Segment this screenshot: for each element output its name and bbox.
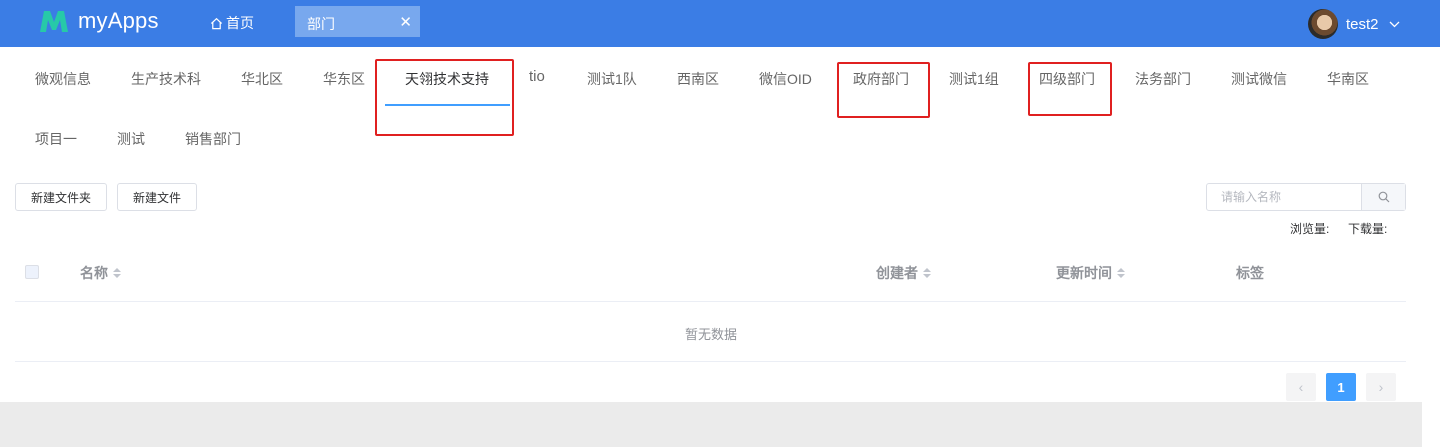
dept-tab[interactable]: 华南区 bbox=[1327, 69, 1369, 89]
home-label: 首页 bbox=[226, 15, 254, 31]
views-count-label: 浏览量: bbox=[1290, 222, 1330, 236]
app-name: myApps bbox=[78, 8, 159, 33]
sort-icon[interactable] bbox=[1117, 268, 1125, 278]
highlight-box bbox=[837, 62, 930, 118]
user-name: test2 bbox=[1346, 15, 1379, 33]
highlight-box bbox=[375, 59, 514, 136]
main-panel bbox=[0, 47, 1422, 402]
column-label: 更新时间 bbox=[1056, 265, 1112, 281]
dept-tab[interactable]: 测试 bbox=[117, 129, 145, 149]
new-folder-button[interactable]: 新建文件夹 bbox=[15, 183, 107, 211]
dept-tab[interactable]: 华北区 bbox=[241, 69, 283, 89]
dept-tab[interactable]: 销售部门 bbox=[185, 129, 241, 149]
app-logo[interactable]: myApps bbox=[38, 8, 159, 34]
page-number-current[interactable]: 1 bbox=[1326, 373, 1356, 401]
column-label: 标签 bbox=[1236, 265, 1264, 281]
dept-tab[interactable]: tio bbox=[529, 68, 545, 85]
search-icon bbox=[1378, 191, 1389, 203]
search-button[interactable] bbox=[1361, 184, 1405, 210]
table-divider bbox=[15, 361, 1406, 362]
dept-tab[interactable]: 生产技术科 bbox=[131, 69, 201, 89]
search-box bbox=[1206, 183, 1406, 211]
sort-icon[interactable] bbox=[923, 268, 931, 278]
column-label: 名称 bbox=[80, 265, 108, 281]
dept-tab[interactable]: 法务部门 bbox=[1135, 69, 1191, 89]
dept-tab[interactable]: 测试1组 bbox=[949, 69, 999, 89]
close-icon[interactable]: ✕ bbox=[399, 13, 412, 31]
dept-tab[interactable]: 测试微信 bbox=[1231, 69, 1287, 89]
dept-tab[interactable]: 微观信息 bbox=[35, 69, 91, 89]
downloads-count-label: 下载量: bbox=[1348, 222, 1388, 236]
new-file-button[interactable]: 新建文件 bbox=[117, 183, 197, 211]
open-tab-label: 部门 bbox=[307, 16, 335, 32]
empty-state-text: 暂无数据 bbox=[684, 327, 737, 342]
column-header-creator[interactable]: 创建者 bbox=[876, 263, 931, 283]
select-all-checkbox[interactable] bbox=[25, 265, 39, 279]
logo-icon bbox=[40, 11, 68, 32]
table-divider bbox=[15, 301, 1406, 302]
column-label: 创建者 bbox=[876, 265, 918, 281]
user-menu[interactable]: test2 bbox=[1308, 9, 1400, 39]
search-input[interactable] bbox=[1207, 184, 1361, 210]
column-header-updated[interactable]: 更新时间 bbox=[1056, 263, 1125, 283]
open-tab-department[interactable]: 部门 ✕ bbox=[295, 6, 420, 37]
column-header-tags: 标签 bbox=[1236, 263, 1264, 283]
home-link[interactable]: 首页 bbox=[210, 13, 254, 33]
prev-page-button[interactable]: ‹ bbox=[1286, 373, 1316, 401]
dept-tab[interactable]: 测试1队 bbox=[587, 69, 637, 89]
dept-tab[interactable]: 西南区 bbox=[677, 69, 719, 89]
sort-icon[interactable] bbox=[113, 268, 121, 278]
dept-tab[interactable]: 华东区 bbox=[323, 69, 365, 89]
chevron-down-icon bbox=[1389, 21, 1399, 27]
avatar bbox=[1308, 9, 1338, 39]
next-page-button[interactable]: › bbox=[1366, 373, 1396, 401]
dept-tab[interactable]: 项目一 bbox=[35, 129, 77, 149]
scrollbar-track[interactable] bbox=[1422, 47, 1440, 447]
home-icon bbox=[210, 17, 223, 29]
column-header-name[interactable]: 名称 bbox=[80, 263, 121, 283]
highlight-box bbox=[1028, 62, 1112, 116]
top-header-bar: myApps 首页 部门 ✕ test2 bbox=[0, 0, 1440, 47]
dept-tab[interactable]: 微信OID bbox=[759, 69, 812, 89]
